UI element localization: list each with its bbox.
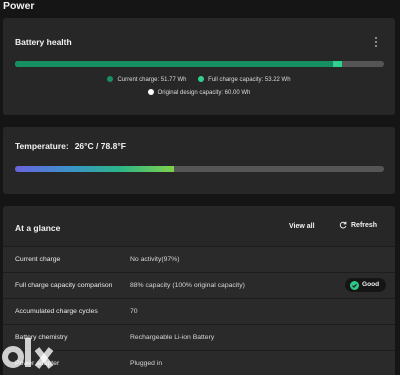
row-label: Current charge: [15, 256, 61, 263]
temperature-label: Temperature:: [15, 141, 69, 151]
battery-legend: Current charge: 51.77 Wh Full charge cap…: [3, 76, 395, 83]
battery-health-card: Battery health Current charge: 51.77 Wh …: [3, 18, 395, 115]
row-label: Accumulated charge cycles: [15, 308, 98, 315]
legend-current-charge: Current charge: 51.77 Wh: [107, 76, 187, 83]
more-vertical-icon[interactable]: [374, 36, 378, 48]
check-circle-icon: [350, 281, 359, 290]
olx-logo-icon: [2, 338, 54, 369]
table-row: Full charge capacity comparison 88% capa…: [3, 272, 395, 298]
table-row: Battery chemistry Rechargeable Li-ion Ba…: [3, 324, 395, 350]
battery-capacity-bar: [15, 61, 384, 67]
design-capacity-dot: [147, 89, 154, 95]
current-charge-dot: [107, 76, 114, 82]
temperature-value: 26°C / 78.8°F: [74, 141, 126, 151]
status-badge: Good: [345, 278, 386, 292]
row-value: Plugged in: [130, 360, 163, 367]
table-row: Current charge No activity(97%): [3, 246, 395, 272]
at-a-glance-card: At a glance View all Refresh Current cha…: [3, 206, 395, 375]
table-row: Accumulated charge cycles 70: [3, 298, 395, 324]
legend-full-charge-capacity: Full charge capacity: 53.22 Wh: [198, 76, 291, 83]
row-label: Full charge capacity comparison: [15, 282, 113, 289]
view-all-link[interactable]: View all: [289, 223, 315, 230]
power-page: Power Battery health Current charge: 51.…: [0, 0, 400, 375]
temperature-bar: [15, 166, 384, 172]
at-a-glance-title: At a glance: [15, 223, 61, 233]
refresh-icon: [339, 221, 347, 229]
row-value: 70: [130, 308, 138, 315]
battery-health-title: Battery health: [15, 37, 72, 47]
current-charge-fill: [15, 61, 334, 67]
glance-table: Current charge No activity(97%) Full cha…: [3, 246, 395, 375]
temperature-fill: [15, 166, 174, 172]
status-badge-label: Good: [362, 281, 380, 288]
legend-original-design-capacity: Original design capacity: 60.00 Wh: [147, 89, 250, 96]
table-row: Power adapter Plugged in: [3, 350, 395, 375]
row-value: No activity(97%): [130, 256, 180, 263]
temperature-heading: Temperature: 26°C / 78.8°F: [15, 141, 126, 151]
battery-legend-design: Original design capacity: 60.00 Wh: [3, 89, 395, 96]
refresh-label: Refresh: [351, 222, 378, 229]
temperature-card: Temperature: 26°C / 78.8°F: [3, 127, 395, 194]
page-title: Power: [3, 0, 35, 12]
row-value: Rechargeable Li-ion Battery: [130, 334, 215, 341]
full-charge-dot: [198, 76, 205, 82]
refresh-button[interactable]: Refresh: [339, 221, 377, 233]
row-value: 88% capacity (100% original capacity): [130, 282, 245, 289]
